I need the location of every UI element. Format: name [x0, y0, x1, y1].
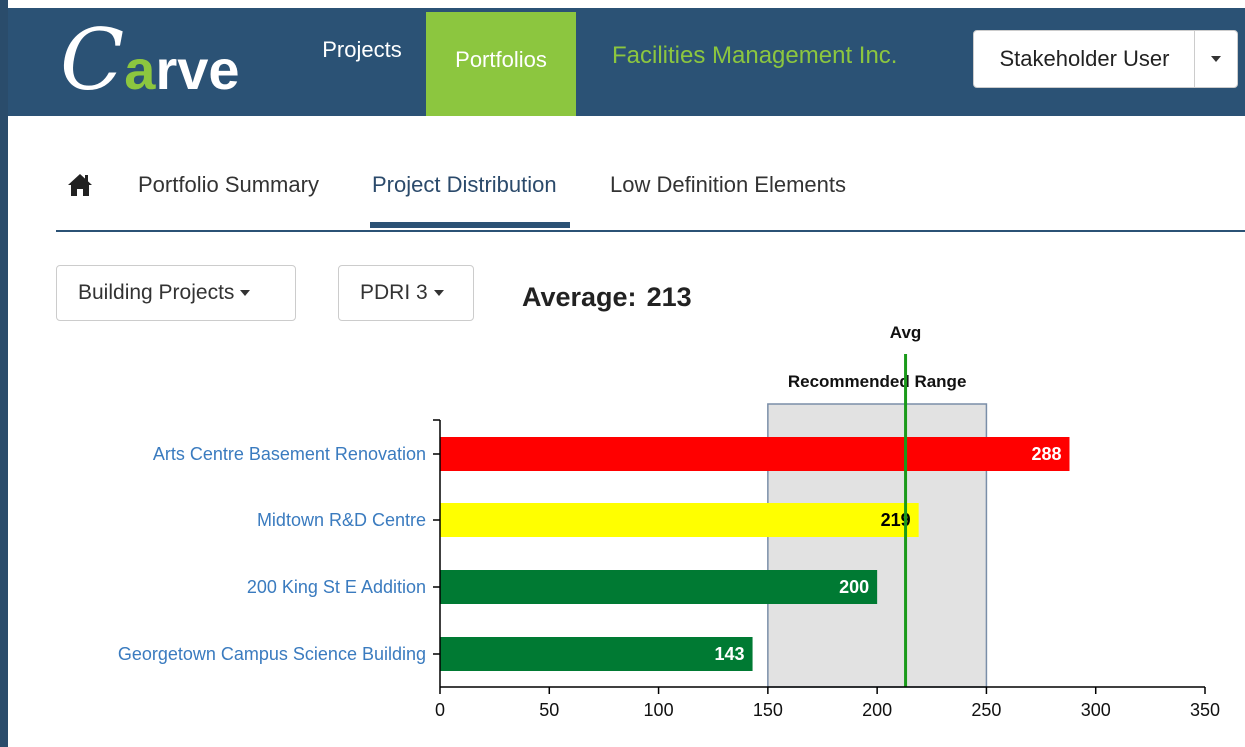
average-line-label: Avg [890, 323, 922, 342]
x-tick-label: 250 [971, 700, 1001, 720]
x-tick-label: 150 [753, 700, 783, 720]
bar[interactable] [440, 570, 878, 604]
x-tick-label: 300 [1081, 700, 1111, 720]
project-distribution-chart: Recommended Range 288 Arts Centre Basement… [118, 323, 1220, 720]
bar-value-label: 288 [1031, 444, 1061, 464]
project-link[interactable]: 200 King St E Addition [247, 577, 426, 597]
x-tick-label: 0 [435, 700, 445, 720]
bar[interactable] [440, 637, 753, 671]
x-tick-label: 350 [1190, 700, 1220, 720]
project-link[interactable]: Midtown R&D Centre [257, 510, 426, 530]
page: Carve Projects Portfolios Facilities Man… [0, 0, 1245, 747]
bar-value-label: 200 [839, 577, 869, 597]
project-link[interactable]: Georgetown Campus Science Building [118, 644, 426, 664]
x-tick-label: 50 [539, 700, 559, 720]
recommended-range-label: Recommended Range [788, 372, 967, 391]
bar-value-label: 143 [715, 644, 745, 664]
project-link[interactable]: Arts Centre Basement Renovation [153, 444, 426, 464]
bar[interactable] [440, 437, 1070, 471]
x-tick-label: 200 [862, 700, 892, 720]
bar[interactable] [440, 503, 919, 537]
x-tick-label: 100 [644, 700, 674, 720]
